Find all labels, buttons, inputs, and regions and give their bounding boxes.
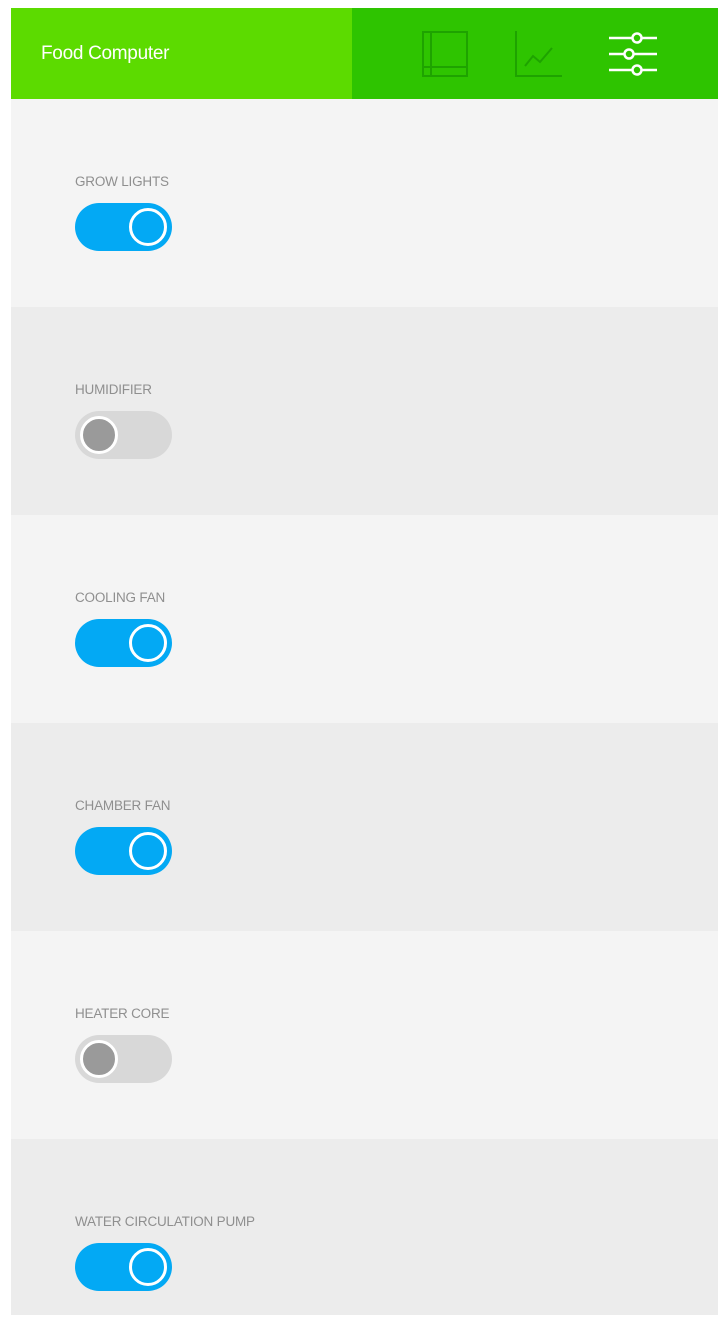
cooling-fan-toggle[interactable]	[75, 619, 172, 667]
control-label: CHAMBER FAN	[75, 798, 171, 813]
app-header: Food Computer	[11, 8, 718, 99]
control-row-heater-core: HEATER CORE	[11, 931, 718, 1139]
control-row-cooling-fan: COOLING FAN	[11, 515, 718, 723]
app-frame: Food Computer GROW LIGHTS HUMIDIFIER COO…	[11, 8, 718, 1315]
controls-list: GROW LIGHTS HUMIDIFIER COOLING FAN CHAMB…	[11, 99, 718, 1315]
nav-controls-button[interactable]	[592, 8, 672, 99]
nav-charts-button[interactable]	[499, 8, 579, 99]
control-row-chamber-fan: CHAMBER FAN	[11, 723, 718, 931]
layout-icon	[422, 30, 468, 77]
grow-lights-toggle[interactable]	[75, 203, 172, 251]
toggle-knob	[129, 624, 167, 662]
control-label: GROW LIGHTS	[75, 174, 169, 189]
nav-bar	[352, 8, 718, 99]
title-bar: Food Computer	[11, 8, 352, 99]
toggle-knob	[129, 1248, 167, 1286]
app-title: Food Computer	[41, 42, 170, 64]
heater-core-toggle[interactable]	[75, 1035, 172, 1083]
toggle-knob	[129, 208, 167, 246]
water-circulation-pump-toggle[interactable]	[75, 1243, 172, 1291]
control-row-grow-lights: GROW LIGHTS	[11, 99, 718, 307]
sliders-icon	[609, 31, 657, 76]
control-label: HUMIDIFIER	[75, 382, 152, 397]
nav-dashboard-button[interactable]	[405, 8, 485, 99]
toggle-knob	[80, 1040, 118, 1078]
humidifier-toggle[interactable]	[75, 411, 172, 459]
toggle-knob	[80, 416, 118, 454]
control-label: COOLING FAN	[75, 590, 166, 605]
control-label: WATER CIRCULATION PUMP	[75, 1214, 255, 1229]
toggle-knob	[129, 832, 167, 870]
chamber-fan-toggle[interactable]	[75, 827, 172, 875]
control-row-humidifier: HUMIDIFIER	[11, 307, 718, 515]
control-label: HEATER CORE	[75, 1006, 170, 1021]
line-chart-icon	[515, 30, 562, 77]
control-row-water-circulation-pump: WATER CIRCULATION PUMP	[11, 1139, 718, 1315]
